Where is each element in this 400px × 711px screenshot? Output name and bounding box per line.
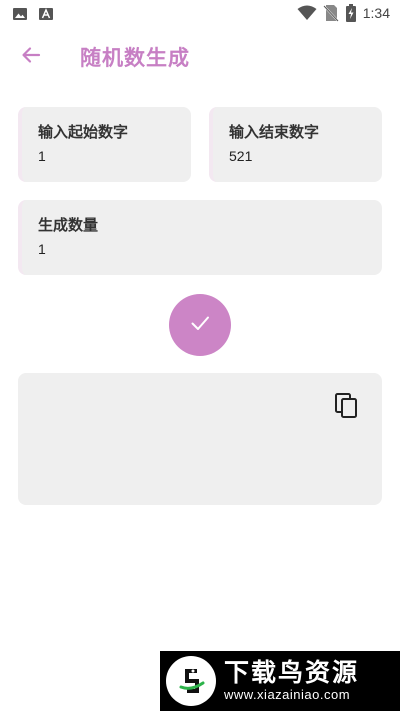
- count-value[interactable]: [38, 241, 366, 257]
- no-sim-icon: [323, 4, 339, 22]
- count-input[interactable]: [38, 241, 366, 257]
- copy-icon: [334, 392, 360, 424]
- start-number-field[interactable]: 输入起始数字: [18, 107, 191, 182]
- back-button[interactable]: [14, 40, 48, 74]
- wifi-icon: [297, 5, 317, 21]
- result-panel: [18, 373, 382, 505]
- generate-button[interactable]: [169, 294, 231, 356]
- bird-logo-icon: [166, 656, 216, 706]
- battery-charging-icon: [345, 4, 357, 22]
- check-icon: [189, 312, 211, 338]
- count-field[interactable]: 生成数量: [18, 200, 382, 275]
- start-number-label: 输入起始数字: [38, 123, 129, 141]
- end-number-label: 输入结束数字: [229, 123, 320, 141]
- watermark-title: 下载鸟资源: [224, 658, 360, 687]
- status-bar: 1:34: [0, 0, 400, 28]
- end-number-value[interactable]: [229, 148, 366, 164]
- watermark-banner: 下载鸟资源 www.xiazainiao.com: [160, 651, 400, 711]
- start-number-input[interactable]: [38, 148, 175, 164]
- arrow-back-icon: [21, 45, 41, 69]
- page-title: 随机数生成: [80, 46, 190, 70]
- font-icon: [38, 6, 54, 22]
- copy-button[interactable]: [332, 393, 362, 423]
- end-number-input[interactable]: [229, 148, 366, 164]
- count-label: 生成数量: [38, 216, 99, 234]
- watermark-url: www.xiazainiao.com: [224, 687, 351, 702]
- end-number-field[interactable]: 输入结束数字: [209, 107, 382, 182]
- app-bar: 随机数生成: [0, 28, 400, 84]
- image-icon: [12, 6, 28, 22]
- start-number-value[interactable]: [38, 148, 175, 164]
- status-time: 1:34: [362, 5, 390, 21]
